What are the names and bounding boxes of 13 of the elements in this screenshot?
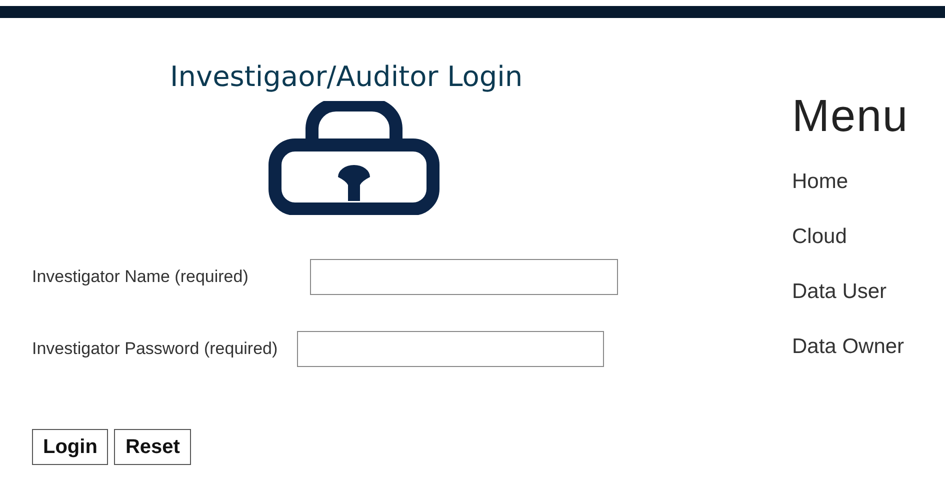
field-label: Investigator Password (required) xyxy=(32,339,278,359)
menu-link[interactable]: Cloud xyxy=(792,225,909,252)
reset-button[interactable]: Reset xyxy=(114,429,191,465)
login-title: Investigaor/Auditor Login xyxy=(170,60,524,93)
input-field[interactable] xyxy=(310,259,618,295)
padlock-icon xyxy=(268,101,440,215)
menu-link[interactable]: Home xyxy=(792,170,909,197)
menu-link[interactable]: Data User xyxy=(792,280,909,307)
menu-title: Menu xyxy=(792,90,909,142)
login-button[interactable]: Login xyxy=(32,429,108,465)
menu-link[interactable]: Data Owner xyxy=(792,335,909,362)
input-field[interactable] xyxy=(296,331,604,367)
field-label: Investigator Name (required) xyxy=(32,267,248,287)
